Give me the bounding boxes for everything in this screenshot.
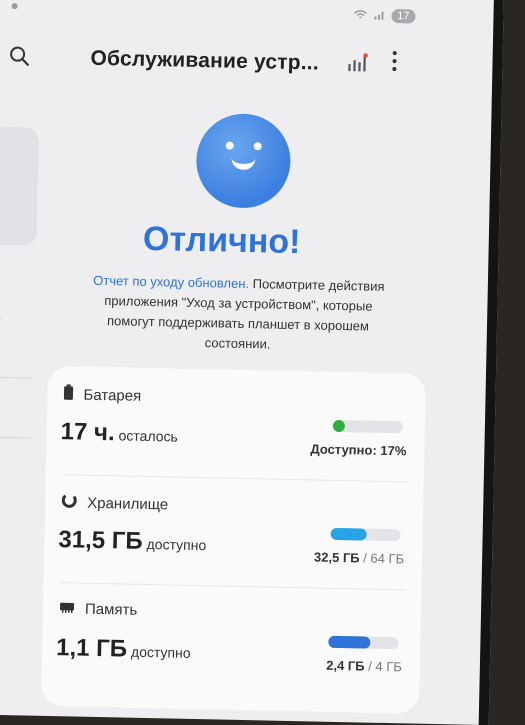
page-title: Обслуживание устр... bbox=[90, 46, 320, 75]
battery-status: Доступно: 17% bbox=[310, 441, 407, 459]
storage-label: Хранилище bbox=[87, 494, 169, 513]
storage-bar bbox=[330, 527, 401, 542]
chart-icon[interactable] bbox=[346, 52, 369, 79]
battery-label: Батарея bbox=[83, 386, 142, 405]
smiley-eye bbox=[253, 142, 262, 151]
storage-usage: 32,5 ГБ / 64 ГБ bbox=[313, 549, 405, 567]
report-updated-link[interactable]: Отчет по уходу обновлен. bbox=[93, 273, 249, 291]
memory-chip-icon bbox=[59, 600, 75, 617]
wifi-icon bbox=[353, 8, 367, 22]
app-bar: Обслуживание устр... bbox=[0, 39, 493, 89]
battery-unit: осталось bbox=[118, 427, 179, 445]
status-bar: 17 bbox=[353, 8, 416, 24]
status-title: Отлично! bbox=[142, 219, 301, 262]
status-card: Батарея 17 ч. осталось Доступно: 17% Хра… bbox=[40, 365, 427, 714]
storage-label-group: Хранилище bbox=[61, 492, 168, 514]
battery-hours: 17 ч. bbox=[60, 418, 115, 447]
side-divider bbox=[0, 376, 32, 379]
memory-label-group: Память bbox=[59, 600, 138, 619]
smiley-eye bbox=[225, 141, 234, 150]
storage-unit: доступно bbox=[146, 535, 207, 554]
memory-available: 1,1 ГБ bbox=[55, 634, 128, 663]
battery-bar bbox=[332, 419, 404, 434]
battery-icon bbox=[63, 384, 74, 404]
battery-level-badge: 17 bbox=[391, 8, 416, 24]
memory-unit: доступно bbox=[130, 643, 191, 661]
battery-row[interactable]: Батарея 17 ч. осталось Доступно: 17% bbox=[46, 366, 426, 484]
storage-row[interactable]: Хранилище 31,5 ГБ доступно 32,5 ГБ / 64 … bbox=[44, 474, 424, 592]
storage-available: 31,5 ГБ bbox=[58, 526, 143, 555]
memory-bar bbox=[328, 635, 399, 650]
side-label: ки bbox=[0, 311, 1, 327]
battery-label-group: Батарея bbox=[63, 384, 141, 406]
storage-icon bbox=[61, 492, 77, 512]
status-indicator-dot bbox=[11, 3, 18, 10]
memory-row[interactable]: Память 1,1 ГБ доступно 2,4 ГБ / 4 ГБ bbox=[41, 582, 421, 700]
memory-usage: 2,4 ГБ / 4 ГБ bbox=[326, 657, 403, 675]
smiley-face-icon bbox=[195, 112, 292, 209]
more-options-icon[interactable] bbox=[390, 51, 398, 72]
device-screen: 17 Обслуживание устр... ки Отлично! Отче… bbox=[0, 0, 504, 725]
battery-bar-fill bbox=[332, 419, 346, 433]
search-icon[interactable] bbox=[8, 45, 31, 72]
smiley-mouth bbox=[231, 157, 256, 171]
memory-label: Память bbox=[84, 600, 138, 619]
status-description: Отчет по уходу обновлен. Посмотрите дейс… bbox=[82, 271, 394, 357]
storage-bar-fill bbox=[330, 527, 367, 541]
storage-value: 31,5 ГБ доступно bbox=[58, 526, 206, 557]
memory-bar-fill bbox=[328, 635, 371, 649]
signal-icon bbox=[373, 9, 385, 23]
battery-value: 17 ч. осталось bbox=[60, 418, 178, 448]
memory-value: 1,1 ГБ доступно bbox=[56, 634, 191, 665]
side-divider bbox=[0, 436, 31, 439]
